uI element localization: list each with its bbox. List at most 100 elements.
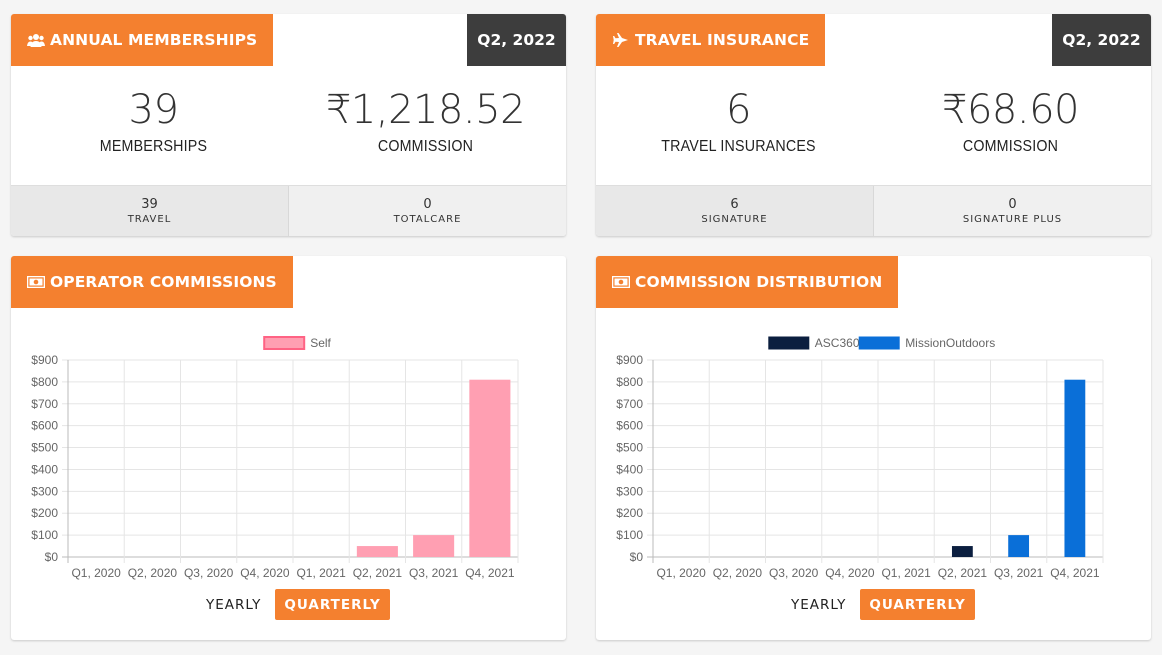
breakdown-travel-value: 39	[141, 197, 158, 212]
x-tick-label: Q3, 2020	[769, 566, 819, 580]
y-tick-label: $800	[616, 375, 643, 389]
bar	[1064, 379, 1086, 557]
bar	[951, 546, 973, 557]
memberships-count-stat: 39 MEMBERSHIPS	[15, 86, 292, 156]
y-tick-label: $100	[31, 528, 58, 542]
y-tick-label: $700	[31, 397, 58, 411]
legend-swatch	[263, 336, 306, 350]
memberships-commission-value: ₹1,218.52	[325, 87, 526, 133]
breakdown-signature-plus-value: 0	[1008, 197, 1017, 212]
y-tick-label: $900	[616, 353, 643, 367]
chart-legend: Self	[263, 336, 332, 350]
x-tick-label: Q2, 2020	[128, 566, 178, 580]
legend-label: MissionOutdoors	[905, 336, 995, 350]
travel-count-stat: 6 TRAVEL INSURANCES	[600, 86, 877, 156]
x-tick-label: Q1, 2020	[71, 566, 121, 580]
breakdown-totalcare-value: 0	[423, 197, 432, 212]
x-tick-label: Q4, 2021	[1050, 566, 1100, 580]
breakdown-travel: 39 TRAVEL	[11, 186, 288, 236]
legend-swatch	[768, 336, 810, 350]
commission-distribution-card: $0 $100 $200 $300 $400 $500 $600 $700 $800 $900 Q1…	[596, 256, 1151, 640]
yearly-toggle-button[interactable]: YEARLY	[197, 589, 270, 620]
y-tick-label: $700	[616, 397, 643, 411]
travel-insurance-title: TRAVEL INSURANCE	[635, 31, 810, 49]
y-tick-label: $0	[45, 550, 59, 564]
breakdown-signature-plus: 0 SIGNATURE PLUS	[873, 186, 1151, 236]
x-tick-label: Q3, 2021	[409, 566, 459, 580]
breakdown-signature-plus-label: SIGNATURE PLUS	[962, 214, 1063, 225]
period-badge: Q2, 2022	[467, 14, 566, 66]
legend-label: Self	[310, 336, 331, 350]
y-tick-label: $800	[31, 375, 58, 389]
operator-commissions-card: $0 $100 $200 $300 $400 $500 $600 $700 $800 $900 Q1…	[11, 256, 566, 640]
travel-commission-label: COMMISSION	[962, 138, 1059, 155]
memberships-commission-label: COMMISSION	[377, 138, 474, 155]
x-tick-label: Q1, 2021	[881, 566, 931, 580]
y-tick-label: $900	[31, 353, 58, 367]
bar	[356, 546, 398, 557]
travel-commission-value: ₹68.60	[942, 87, 1079, 133]
bar	[469, 379, 511, 557]
x-tick-label: Q2, 2021	[353, 566, 403, 580]
y-tick-label: $200	[616, 506, 643, 520]
period-badge: Q2, 2022	[1052, 14, 1151, 66]
legend-swatch	[858, 336, 900, 350]
bar	[413, 535, 455, 557]
travel-commission-stat: ₹68.60 COMMISSION	[872, 86, 1149, 156]
x-tick-label: Q1, 2021	[296, 566, 346, 580]
x-tick-label: Q2, 2020	[713, 566, 763, 580]
chart-bars	[951, 379, 1086, 557]
y-tick-label: $0	[630, 550, 644, 564]
annual-memberships-title: ANNUAL MEMBERSHIPS	[50, 31, 258, 49]
yearly-toggle-button[interactable]: YEARLY	[782, 589, 855, 620]
annual-memberships-card: ANNUAL MEMBERSHIPS Q2, 2022 39 MEMBERSHI…	[11, 14, 566, 236]
travel-count-label: TRAVEL INSURANCES	[661, 138, 816, 155]
memberships-count-value: 39	[128, 87, 179, 133]
chart-legend: ASC360 MissionOutdoors	[768, 336, 995, 350]
money-icon	[612, 275, 630, 289]
x-tick-label: Q3, 2020	[184, 566, 234, 580]
breakdown-travel-label: TRAVEL	[127, 214, 172, 225]
y-tick-label: $300	[31, 484, 58, 498]
quarterly-toggle-button[interactable]: QUARTERLY	[275, 589, 390, 620]
travel-breakdown: 6 SIGNATURE 0 SIGNATURE PLUS	[596, 185, 1151, 236]
breakdown-signature-value: 6	[730, 197, 739, 212]
money-icon	[27, 275, 45, 289]
annual-memberships-header: ANNUAL MEMBERSHIPS	[11, 14, 274, 66]
x-tick-label: Q1, 2020	[656, 566, 706, 580]
memberships-commission-stat: ₹1,218.52 COMMISSION	[287, 86, 564, 156]
quarterly-toggle-button[interactable]: QUARTERLY	[860, 589, 975, 620]
y-tick-label: $600	[616, 419, 643, 433]
y-tick-label: $500	[31, 441, 58, 455]
chart-bars	[356, 379, 511, 557]
x-tick-label: Q2, 2021	[938, 566, 988, 580]
x-tick-label: Q4, 2020	[240, 566, 290, 580]
breakdown-signature: 6 SIGNATURE	[596, 186, 873, 236]
period-toggle: YEARLY QUARTERLY	[782, 589, 975, 620]
operator-commissions-title: OPERATOR COMMISSIONS	[50, 273, 277, 291]
x-tick-label: Q3, 2021	[994, 566, 1044, 580]
travel-count-value: 6	[726, 87, 751, 133]
operator-commissions-header: OPERATOR COMMISSIONS	[11, 256, 293, 308]
y-tick-label: $400	[31, 462, 58, 476]
y-tick-label: $600	[31, 419, 58, 433]
commission-distribution-header: COMMISSION DISTRIBUTION	[596, 256, 899, 308]
period-toggle: YEARLY QUARTERLY	[197, 589, 390, 620]
users-icon	[27, 33, 45, 47]
memberships-count-label: MEMBERSHIPS	[99, 138, 208, 155]
bar	[1008, 535, 1030, 557]
breakdown-totalcare-label: TOTALCARE	[393, 214, 462, 225]
breakdown-signature-label: SIGNATURE	[701, 214, 768, 225]
travel-insurance-card: TRAVEL INSURANCE Q2, 2022 6 TRAVEL INSUR…	[596, 14, 1151, 236]
y-tick-label: $500	[616, 441, 643, 455]
y-tick-label: $400	[616, 462, 643, 476]
y-tick-label: $200	[31, 506, 58, 520]
x-tick-label: Q4, 2020	[825, 566, 875, 580]
legend-label: ASC360	[815, 336, 860, 350]
chart-grid: $0 $100 $200 $300 $400 $500 $600 $700 $800 $900 Q1…	[616, 353, 1104, 580]
travel-insurance-header: TRAVEL INSURANCE	[596, 14, 826, 66]
memberships-breakdown: 39 TRAVEL 0 TOTALCARE	[11, 185, 566, 236]
breakdown-totalcare: 0 TOTALCARE	[288, 186, 566, 236]
x-tick-label: Q4, 2021	[465, 566, 515, 580]
commission-distribution-title: COMMISSION DISTRIBUTION	[635, 273, 883, 291]
